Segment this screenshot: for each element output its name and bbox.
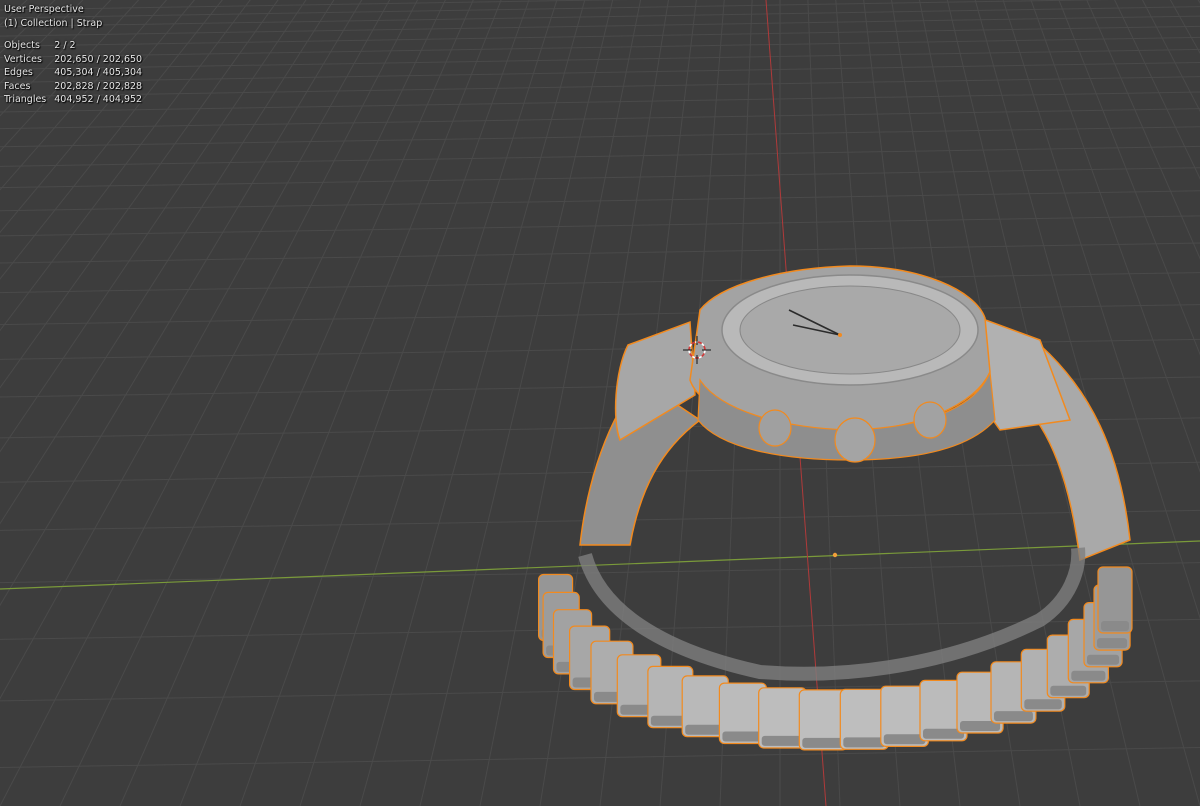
grid-line — [0, 242, 1200, 264]
bracelet-link-edge — [1087, 654, 1120, 665]
bracelet-inner-band — [578, 547, 1086, 681]
3d-viewport[interactable]: User Perspective (1) Collection | Strap … — [0, 0, 1200, 806]
watch-dial — [739, 285, 961, 375]
origin-point-icon[interactable] — [832, 552, 838, 558]
grid-line — [0, 167, 1200, 189]
bracelet-link-edge — [994, 711, 1033, 722]
bracelet-link-edge — [843, 737, 886, 748]
viewport-scene[interactable] — [0, 0, 1200, 806]
grid-line — [0, 272, 1200, 294]
bracelet-link-edge — [883, 734, 926, 745]
grid-line — [0, 190, 1200, 212]
grid-line — [0, 145, 1200, 167]
watch-pusher-right[interactable] — [913, 401, 947, 439]
bracelet-link-edge — [722, 731, 764, 742]
grid-line — [0, 304, 1200, 326]
bracelet-link-edge — [1101, 621, 1129, 631]
watch-crown[interactable] — [834, 417, 876, 463]
bracelet-link-edge — [1024, 699, 1062, 710]
grid-line — [0, 0, 1111, 19]
grid-line — [0, 215, 1200, 237]
grid-line — [0, 91, 1200, 113]
bracelet-link-edge — [761, 735, 804, 746]
bracelet-link-edge — [1050, 685, 1087, 696]
bracelet-link-edge — [1097, 638, 1128, 649]
watch-hand-pivot — [838, 333, 842, 337]
watch-pusher-left[interactable] — [758, 409, 792, 447]
grid-line — [0, 25, 1200, 47]
watch-bracelet-front[interactable] — [537, 566, 1133, 751]
bracelet-link-edge — [802, 737, 845, 748]
grid-line — [0, 15, 1200, 37]
bracelet-link-edge — [1071, 670, 1106, 681]
grid-line — [0, 108, 1200, 130]
grid-line — [0, 747, 1200, 769]
